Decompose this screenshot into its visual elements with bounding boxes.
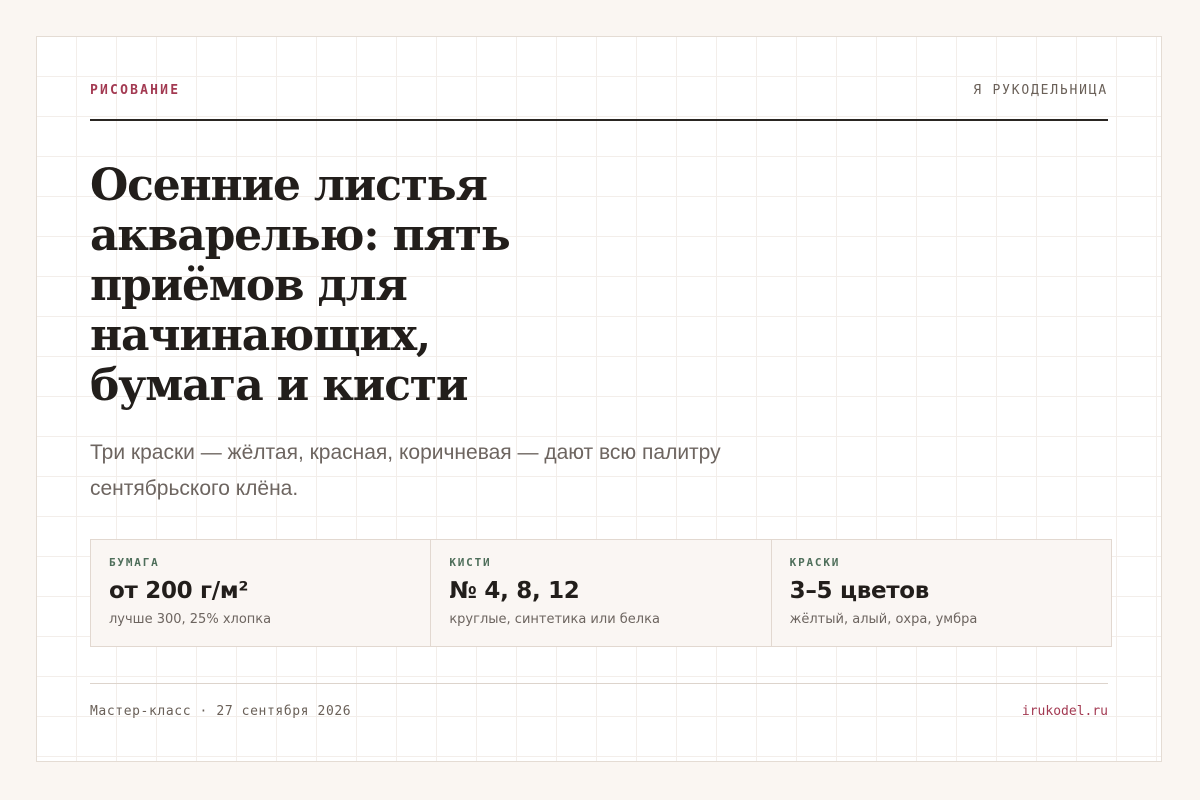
- materials-specs: БУМАГА от 200 г/м² лучше 300, 25% хлопка…: [90, 539, 1112, 647]
- event-date: Мастер-класс · 27 сентября 2026: [90, 704, 352, 719]
- spec-paper: БУМАГА от 200 г/м² лучше 300, 25% хлопка: [91, 540, 430, 646]
- spec-paints: КРАСКИ 3–5 цветов жёлтый, алый, охра, ум…: [770, 540, 1111, 646]
- category-label[interactable]: РИСОВАНИЕ: [90, 83, 180, 98]
- spec-label: БУМАГА: [109, 556, 160, 569]
- article-lede: Три краски — жёлтая, красная, коричневая…: [90, 441, 721, 500]
- spec-label: КИСТИ: [449, 556, 492, 569]
- spec-value: от 200 г/м²: [109, 578, 249, 604]
- brand-name[interactable]: Я РУКОДЕЛЬНИЦА: [973, 83, 1108, 98]
- card-footer: Мастер-класс · 27 сентября 2026 irukodel…: [90, 683, 1108, 734]
- spec-brushes: КИСТИ № 4, 8, 12 круглые, синтетика или …: [430, 540, 770, 646]
- site-link[interactable]: irukodel.ru: [1022, 704, 1108, 719]
- card-header: РИСОВАНИЕ Я РУКОДЕЛЬНИЦА: [90, 83, 1108, 121]
- spec-value: № 4, 8, 12: [449, 578, 580, 604]
- spec-label: КРАСКИ: [789, 556, 841, 569]
- article-title: Осенние листья акварелью: пять приёмов д…: [90, 160, 511, 411]
- spec-value: 3–5 цветов: [789, 578, 930, 604]
- spec-note: лучше 300, 25% хлопка: [109, 612, 272, 627]
- article-card: РИСОВАНИЕ Я РУКОДЕЛЬНИЦА Осенние листья …: [36, 36, 1162, 762]
- spec-note: круглые, синтетика или белка: [449, 612, 660, 627]
- spec-note: жёлтый, алый, охра, умбра: [789, 612, 978, 627]
